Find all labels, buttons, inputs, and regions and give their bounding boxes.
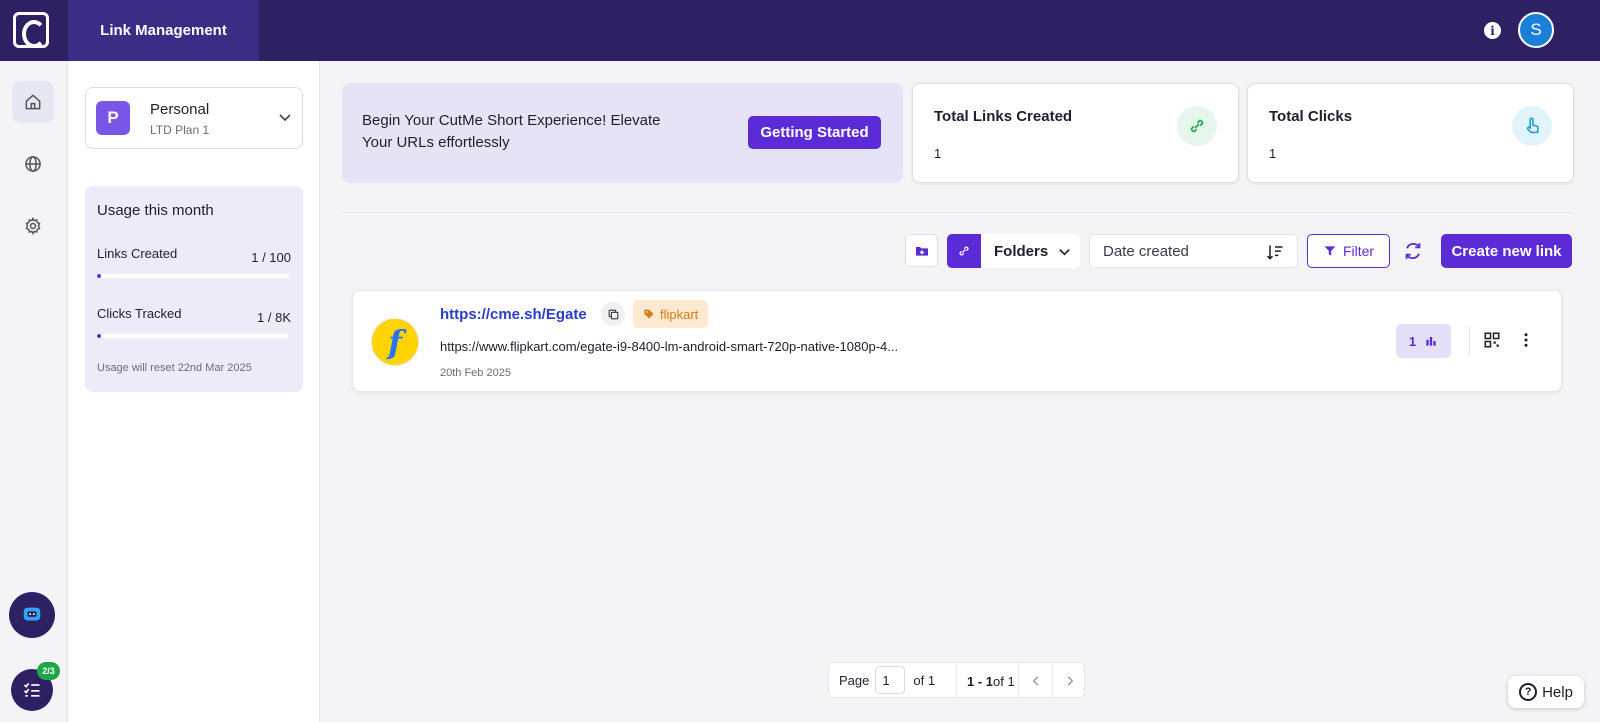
destination-url[interactable]: https://www.flipkart.com/egate-i9-8400-l…: [440, 339, 898, 354]
folder-plus-icon: [915, 246, 928, 256]
clicks-tracked-progress-fill: [97, 334, 101, 338]
clicks-tracked-value: 1 / 8K: [257, 310, 291, 325]
range-rest: of 1: [993, 673, 1015, 689]
new-folder-button[interactable]: [905, 234, 938, 267]
tasks-progress-badge: 2/3: [37, 662, 60, 680]
pointer-hand-icon: [1512, 106, 1552, 146]
help-label: Help: [1542, 683, 1573, 701]
short-link[interactable]: https://cme.sh/Egate: [440, 306, 587, 323]
clicks-count: 1: [1408, 333, 1417, 349]
tag-label: flipkart: [660, 306, 699, 322]
favicon-letter: f: [388, 323, 402, 361]
link-card: f https://cme.sh/Egate flipkart https://…: [352, 290, 1562, 392]
more-options-icon[interactable]: [1517, 331, 1535, 349]
chatbot-icon: [23, 607, 41, 621]
checklist-icon: [23, 682, 40, 697]
link-icon: [1177, 106, 1217, 146]
link-icon: [959, 246, 969, 256]
link-view-toggle[interactable]: [947, 234, 981, 268]
chevron-down-icon: [279, 114, 291, 122]
copy-icon: [608, 309, 618, 319]
user-avatar[interactable]: S: [1518, 12, 1554, 48]
filter-button[interactable]: Filter: [1307, 234, 1390, 268]
folders-label: Folders: [994, 242, 1049, 260]
links-created-label: Links Created: [97, 246, 178, 261]
sort-label: Date created: [1103, 242, 1189, 260]
stat-value: 1: [934, 146, 942, 161]
links-created-progress-fill: [97, 274, 101, 278]
usage-reset-note: Usage will reset 22nd Mar 2025: [97, 362, 252, 374]
filter-icon: [1324, 246, 1336, 256]
card-divider: [1469, 327, 1470, 355]
stat-card-links: Total Links Created 1: [912, 83, 1239, 183]
page-label: Page: [839, 672, 870, 688]
create-new-link-button[interactable]: Create new link: [1441, 234, 1572, 268]
home-icon: [25, 94, 41, 110]
links-created-progress: [97, 274, 289, 278]
tab-link-management[interactable]: Link Management: [68, 0, 259, 61]
next-page-button[interactable]: [1052, 663, 1086, 699]
copy-button[interactable]: [601, 302, 625, 326]
nav-globe-button[interactable]: [12, 143, 54, 185]
chatbot-button[interactable]: [9, 592, 55, 638]
getting-started-button[interactable]: Getting Started: [748, 116, 881, 149]
section-divider: [342, 212, 1572, 213]
stat-title: Total Links Created: [934, 108, 1073, 125]
page-number-input[interactable]: [875, 666, 906, 694]
bar-chart-icon: [1426, 336, 1436, 346]
pagination: Page of 1 1 - 1 of 1: [828, 662, 1086, 699]
sort-descending-icon[interactable]: [1265, 242, 1285, 262]
nav-home-button[interactable]: [12, 81, 54, 123]
chevron-left-icon: [1032, 676, 1038, 686]
filter-label: Filter: [1342, 243, 1375, 259]
tag-icon: [644, 309, 654, 319]
page-total: of 1: [913, 672, 936, 688]
stat-card-clicks: Total Clicks 1: [1247, 83, 1574, 183]
clicks-tracked-label: Clicks Tracked: [97, 306, 182, 321]
usage-title: Usage this month: [97, 202, 214, 219]
results-range: 1 - 1 of 1: [956, 663, 1015, 699]
icon-rail: 2/3: [0, 61, 68, 722]
folders-toggle[interactable]: Folders: [981, 234, 1080, 268]
top-bar: Link Management i S: [0, 0, 1600, 61]
created-date: 20th Feb 2025: [440, 367, 511, 379]
flipkart-favicon: f: [371, 318, 419, 366]
qr-code-icon[interactable]: [1483, 331, 1501, 349]
links-created-value: 1 / 100: [251, 250, 291, 265]
app-logo-icon[interactable]: [13, 12, 49, 48]
sort-select[interactable]: Date created: [1089, 234, 1298, 268]
welcome-banner: Begin Your CutMe Short Experience! Eleva…: [342, 83, 903, 183]
globe-icon: [25, 156, 41, 172]
workspace-name: Personal: [150, 101, 210, 118]
banner-text: Begin Your CutMe Short Experience! Eleva…: [362, 112, 661, 151]
left-panel: P Personal LTD Plan 1 Usage this month L…: [68, 61, 320, 722]
info-icon[interactable]: i: [1484, 22, 1501, 39]
question-circle-icon: ?: [1519, 683, 1538, 701]
workspace-plan: LTD Plan 1: [150, 123, 210, 137]
workspace-avatar: P: [96, 101, 130, 135]
chevron-right-icon: [1067, 676, 1073, 686]
chevron-down-icon: [1059, 248, 1070, 255]
prev-page-button[interactable]: [1018, 663, 1052, 699]
tag-badge[interactable]: flipkart: [633, 300, 709, 328]
workspace-selector[interactable]: P Personal LTD Plan 1: [85, 87, 303, 149]
stat-title: Total Clicks: [1269, 108, 1353, 125]
refresh-icon[interactable]: [1402, 240, 1424, 262]
stat-value: 1: [1269, 146, 1277, 161]
nav-settings-button[interactable]: [12, 205, 54, 247]
clicks-analytics-button[interactable]: 1: [1396, 324, 1451, 358]
range-bold: 1 - 1: [967, 673, 994, 689]
gear-icon: [25, 217, 41, 235]
clicks-tracked-progress: [97, 334, 289, 338]
help-button[interactable]: ? Help: [1508, 676, 1584, 708]
usage-card: Usage this month Links Created 1 / 100 C…: [85, 186, 303, 392]
